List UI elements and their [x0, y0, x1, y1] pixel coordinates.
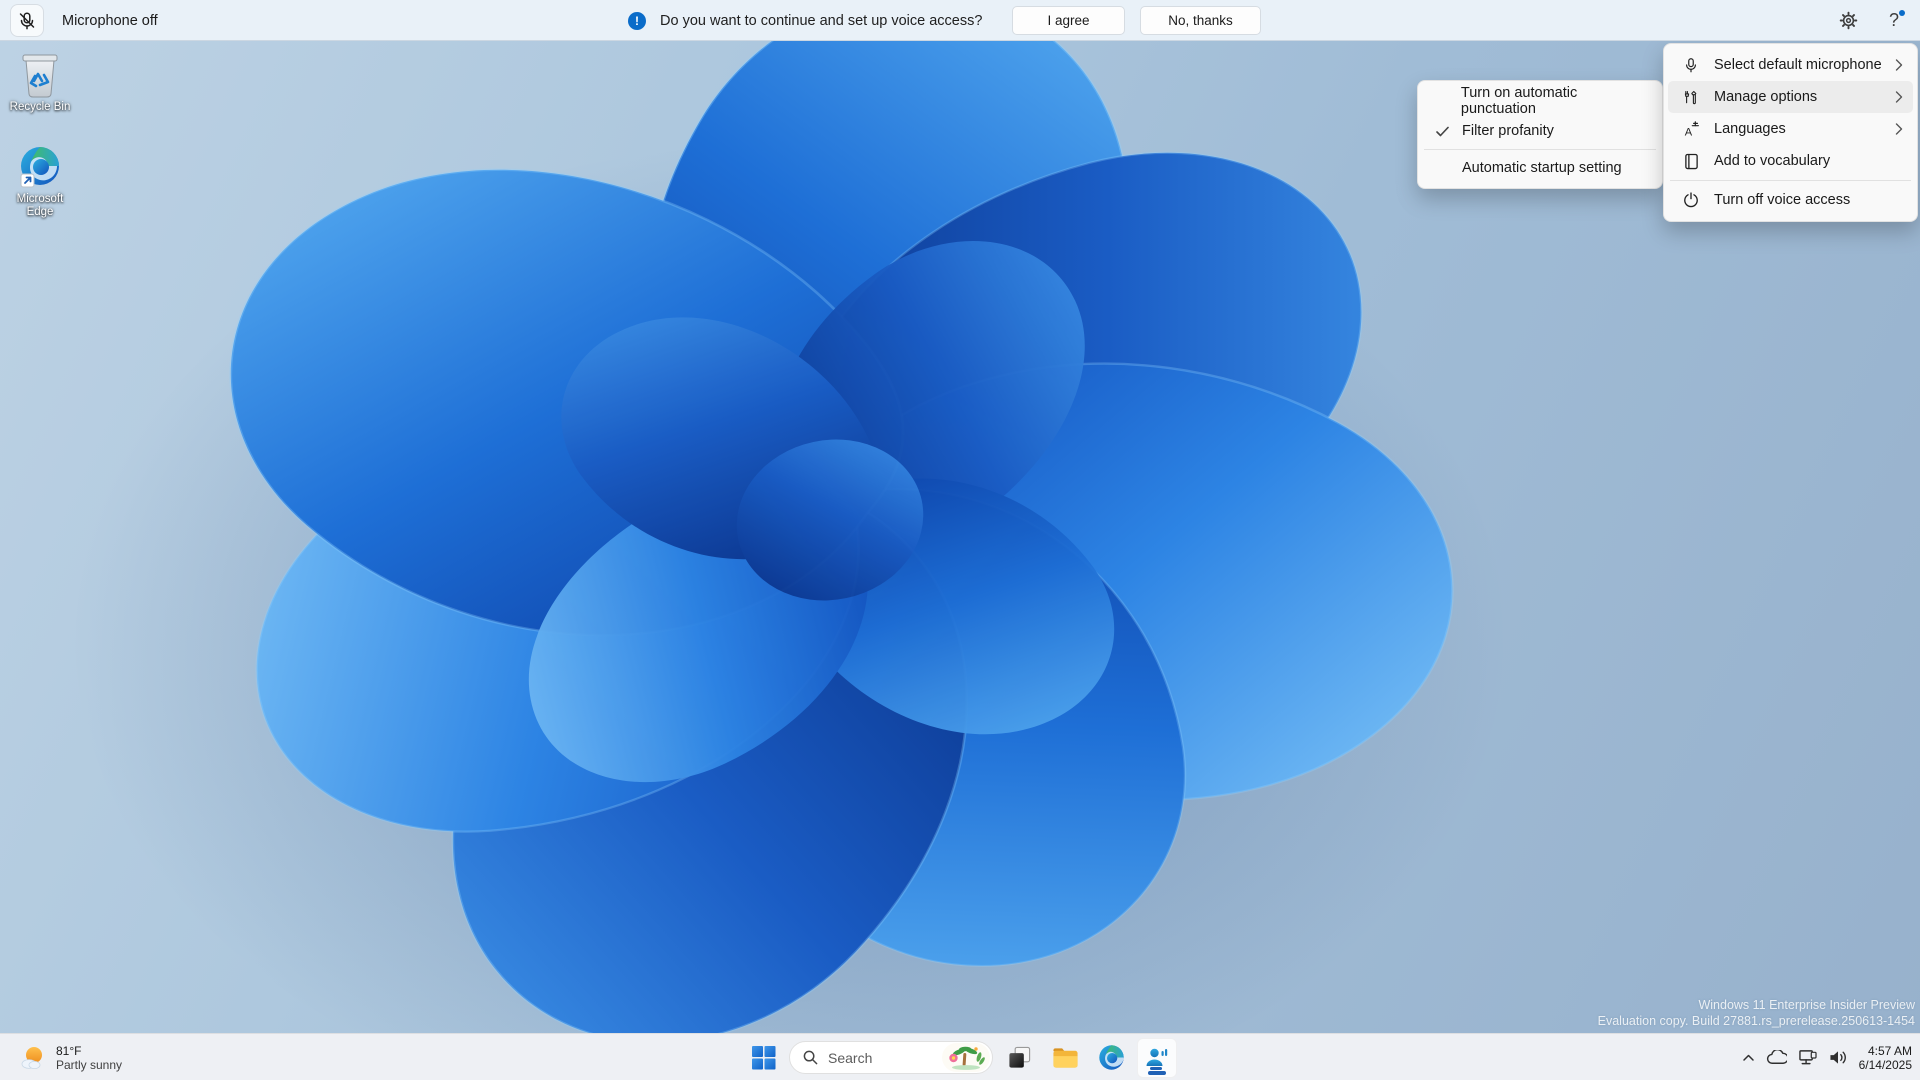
watermark-line1: Windows 11 Enterprise Insider Preview — [1698, 998, 1915, 1012]
windows-logo-icon — [751, 1046, 775, 1070]
menu-item-label: Manage options — [1714, 89, 1818, 105]
taskbar-center: Search — [743, 1034, 1177, 1080]
help-button[interactable]: ? — [1880, 7, 1908, 35]
menu-item-label: Automatic startup setting — [1462, 160, 1622, 176]
weather-text: 81°F Partly sunny — [56, 1044, 122, 1072]
menu-item-languages[interactable]: A Languages — [1668, 113, 1913, 145]
menu-item-manage-options[interactable]: Manage options — [1668, 81, 1913, 113]
start-button[interactable] — [743, 1038, 783, 1078]
menu-item-label: Languages — [1714, 121, 1786, 137]
decline-button[interactable]: No, thanks — [1140, 6, 1261, 35]
menu-item-label: Turn off voice access — [1714, 192, 1851, 208]
search-box[interactable]: Search — [789, 1041, 993, 1074]
weather-temperature: 81°F — [56, 1043, 82, 1058]
task-view-button[interactable] — [999, 1038, 1039, 1078]
taskbar: 81°F Partly sunny Search 4:57 AM 6/14/20… — [0, 1033, 1920, 1080]
clock-date: 6/14/2025 — [1858, 1057, 1912, 1072]
clock-time: 4:57 AM — [1867, 1043, 1912, 1058]
chevron-right-icon — [1895, 59, 1903, 71]
search-icon — [803, 1050, 818, 1065]
chevron-right-icon — [1895, 91, 1903, 103]
tropical-scene-icon — [949, 1046, 985, 1070]
language-icon: A — [1680, 120, 1702, 138]
task-view-icon — [1008, 1046, 1030, 1068]
edge-icon — [1098, 1045, 1124, 1070]
chevron-right-icon — [1895, 123, 1903, 135]
network-tray-icon[interactable] — [1798, 1049, 1817, 1066]
weather-condition: Partly sunny — [56, 1057, 123, 1072]
settings-button[interactable] — [1834, 7, 1862, 35]
watermark-line2: Evaluation copy. Build 27881.rs_prerelea… — [1597, 1014, 1915, 1028]
menu-item-label: Select default microphone — [1714, 57, 1882, 73]
menu-item-label: Turn on automatic punctuation — [1460, 85, 1578, 117]
weather-widget[interactable]: 81°F Partly sunny — [8, 1034, 132, 1080]
recycle-bin-icon — [22, 54, 58, 98]
onedrive-tray-icon[interactable] — [1766, 1050, 1787, 1065]
taskbar-clock[interactable]: 4:57 AM 6/14/2025 — [1859, 1044, 1912, 1072]
file-explorer-icon — [1052, 1047, 1078, 1068]
tools-icon — [1680, 89, 1702, 106]
evaluation-watermark: Windows 11 Enterprise Insider Preview Ev… — [1598, 997, 1915, 1029]
info-icon: ! — [628, 11, 646, 30]
voice-access-person-icon — [1146, 1048, 1168, 1070]
menu-item-filter-profanity[interactable]: Filter profanity — [1422, 116, 1658, 146]
voice-access-settings-menu: Select default microphone Manage options… — [1663, 43, 1918, 222]
book-icon — [1680, 153, 1702, 170]
system-tray: 4:57 AM 6/14/2025 — [1742, 1034, 1912, 1080]
menu-item-label: Add to vocabulary — [1714, 153, 1831, 169]
microphone-toggle-button[interactable] — [10, 4, 44, 37]
menu-item-turn-off-voice-access[interactable]: Turn off voice access — [1668, 184, 1913, 216]
voice-bar-controls: ? — [1834, 0, 1908, 41]
microphone-off-icon — [19, 11, 35, 29]
gear-icon — [1839, 11, 1857, 30]
setup-prompt-text: Do you want to continue and set up voice… — [660, 12, 983, 29]
edge-icon — [20, 147, 59, 188]
menu-item-automatic-startup-setting[interactable]: Automatic startup setting — [1422, 153, 1658, 183]
microphone-icon — [1680, 57, 1702, 74]
ethernet-icon — [1798, 1050, 1817, 1065]
svg-text:A: A — [1684, 126, 1692, 138]
desktop-icon-label: Recycle Bin — [9, 101, 71, 113]
help-notification-dot — [1899, 9, 1905, 16]
menu-separator — [1670, 180, 1911, 181]
voice-access-bar: Microphone off ! Do you want to continue… — [0, 0, 1920, 41]
edge-taskbar-button[interactable] — [1091, 1038, 1131, 1078]
checkmark-icon — [1432, 126, 1462, 137]
file-explorer-button[interactable] — [1045, 1038, 1085, 1078]
windows-desktop: { "voice_bar": { "mic_status": "Micropho… — [0, 0, 1920, 1080]
manage-options-submenu: Turn on automatic punctuation Filter pro… — [1417, 80, 1663, 189]
cloud-icon — [1766, 1050, 1787, 1064]
search-highlight-image — [942, 1043, 990, 1072]
menu-separator — [1424, 149, 1656, 150]
setup-prompt: ! Do you want to continue and set up voi… — [628, 0, 982, 41]
desktop-icon-microsoft-edge[interactable]: Microsoft Edge — [2, 146, 78, 219]
menu-item-turn-on-automatic-punctuation[interactable]: Turn on automatic punctuation — [1422, 85, 1658, 117]
help-icon: ? — [1888, 10, 1899, 30]
menu-item-add-to-vocabulary[interactable]: Add to vocabulary — [1668, 145, 1913, 177]
mic-status-label: Microphone off — [62, 12, 158, 29]
power-icon — [1680, 192, 1702, 208]
menu-item-select-default-microphone[interactable]: Select default microphone — [1668, 49, 1913, 81]
chevron-up-icon — [1742, 1054, 1754, 1061]
desktop-icon-label: Microsoft Edge — [16, 193, 64, 218]
desktop-icon-recycle-bin[interactable]: Recycle Bin — [2, 52, 78, 114]
tray-chevron-button[interactable] — [1742, 1053, 1755, 1063]
volume-tray-icon[interactable] — [1828, 1049, 1848, 1066]
active-app-indicator — [1148, 1070, 1166, 1075]
partly-sunny-icon — [21, 1046, 42, 1069]
search-label: Search — [828, 1049, 873, 1066]
agree-button[interactable]: I agree — [1012, 6, 1125, 35]
speaker-icon — [1830, 1051, 1846, 1064]
voice-access-taskbar-button[interactable] — [1137, 1037, 1177, 1078]
menu-item-label: Filter profanity — [1462, 123, 1554, 139]
